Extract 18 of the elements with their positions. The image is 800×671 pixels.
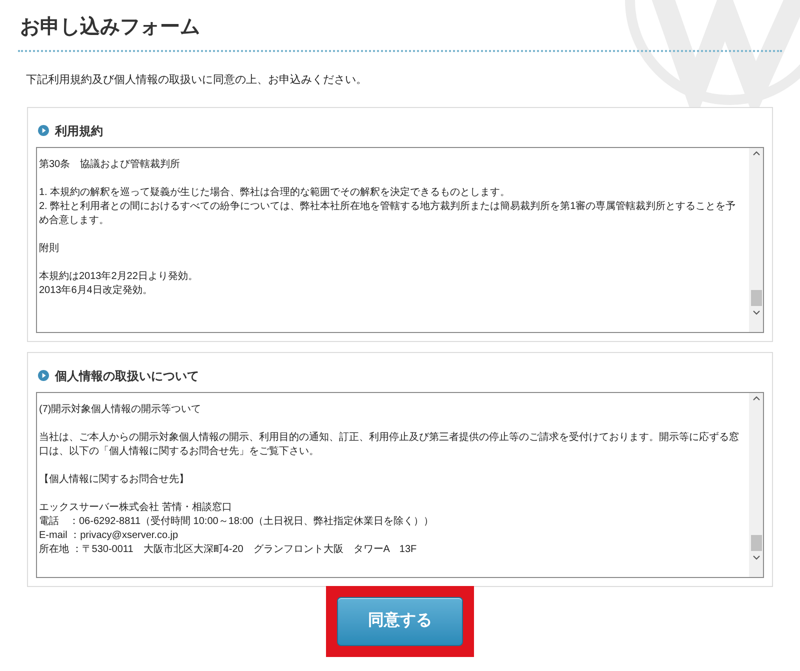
terms-text: 第30条 協議および管轄裁判所 xyxy=(39,158,182,172)
terms-text: (7)開示対象個人情報の開示等ついて xyxy=(39,402,202,416)
terms-text: 2013年6月4日改定発効。 xyxy=(39,284,154,298)
terms-text: エックスサーバー株式会社 苦情・相談窓口 xyxy=(39,500,233,514)
section-heading: 利用規約 xyxy=(55,122,103,140)
terms-text: 1. 本規約の解釈を巡って疑義が生じた場合、弊社は合理的な範囲でその解釈を決定できるものとします。 xyxy=(39,186,512,200)
terms-text: 2. 弊社と利用者との間におけるすべての紛争については、弊社本社所在地を管轄する地方裁判所または簡易裁判所を第1審の専属管轄裁判所とすることを予め合意します。 xyxy=(39,200,737,228)
section-heading: 個人情報の取扱いについて xyxy=(55,368,199,384)
terms-text: E-mail ：privacy@xserver.co.jp xyxy=(39,528,180,542)
page-title: お申し込みフォーム xyxy=(19,15,201,40)
terms-text: 電話 ：06-6292-8811（受付時間 10:00～18:00（土日祝日、弊社指定休業日を除く）） xyxy=(39,514,434,528)
terms-text: 所在地 ：〒530-0011 大阪市北区大深町4-20 グランフロント大阪 タワーA 13F xyxy=(39,542,418,556)
terms-text: 当社は、ご本人からの開示対象個人情報の開示、利用目的の通知、訂正、利用停止及び第三者提供の停止等のご請求を受付けております。開示等に応ずる窓口は、以下の「個人情報に関するお問合せ先」をご覧下さい。 xyxy=(39,430,739,458)
text-area[interactable]: 第30条 協議および管轄裁判所 1. 本規約の解釈を巡って疑義が生じた場合、弊社は合理的な範囲でその解釈を決定できるものとします。 2. 弊社と利用者との間におけるすべての紛争については、弊社本社所在地を管轄する地方裁判所または簡易裁判所を第1審の専属管轄裁判所とすることを予め合意します。 附則 本規約は2013年2月22日より発効。 2013年6月4日改定発効。 xyxy=(36,146,764,332)
terms-text: 本規約は2013年2月22日より発効。 xyxy=(39,270,199,284)
terms-text: 【個人情報に関するお問合せ先】 xyxy=(39,472,190,486)
intro-text: 下記利用規約及び個人情報の取扱いに同意の上、お申込みください。 xyxy=(25,73,368,88)
terms-text: 附則 xyxy=(39,242,60,256)
